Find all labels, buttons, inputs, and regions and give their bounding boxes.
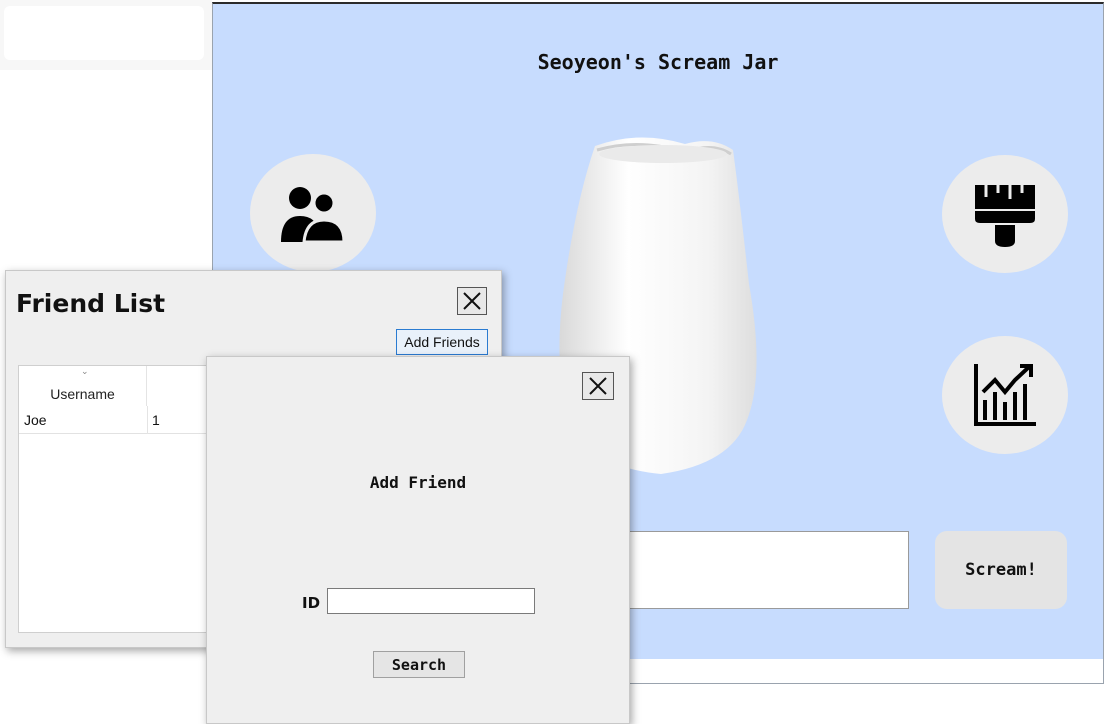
id-input[interactable] xyxy=(327,588,535,614)
search-button[interactable]: Search xyxy=(373,651,465,678)
cell-username: Joe xyxy=(24,412,47,428)
id-label: ID xyxy=(302,594,321,612)
brush-icon xyxy=(975,185,1035,247)
cell-count: 1 xyxy=(152,412,160,428)
friend-list-close-button[interactable] xyxy=(457,287,487,315)
column-header-username[interactable]: ⌄ Username xyxy=(19,366,147,406)
column-header-label: Username xyxy=(50,386,115,402)
friends-button[interactable] xyxy=(250,154,376,272)
sort-caret-icon: ⌄ xyxy=(81,366,89,376)
friends-icon xyxy=(281,187,346,244)
background-window-titlebar xyxy=(4,6,204,60)
customize-button[interactable] xyxy=(942,155,1068,273)
add-friend-title: Add Friend xyxy=(369,473,467,492)
stats-button[interactable] xyxy=(942,336,1068,454)
add-friend-close-button[interactable] xyxy=(582,372,614,400)
close-icon xyxy=(589,377,607,395)
app-title: Seoyeon's Scream Jar xyxy=(537,50,779,74)
table-row[interactable]: Joe 1 xyxy=(19,406,219,434)
scream-input[interactable] xyxy=(613,531,909,609)
add-friends-button[interactable]: Add Friends xyxy=(396,329,488,355)
column-header-count[interactable] xyxy=(147,366,207,406)
close-icon xyxy=(463,292,481,310)
add-friend-window: Add Friend ID Search xyxy=(206,356,630,724)
background-window xyxy=(0,0,212,70)
friend-list-title: Friend List xyxy=(16,289,166,318)
cell-divider xyxy=(147,406,148,434)
stats-chart-icon xyxy=(974,364,1036,426)
scream-button[interactable]: Scream! xyxy=(935,531,1067,609)
